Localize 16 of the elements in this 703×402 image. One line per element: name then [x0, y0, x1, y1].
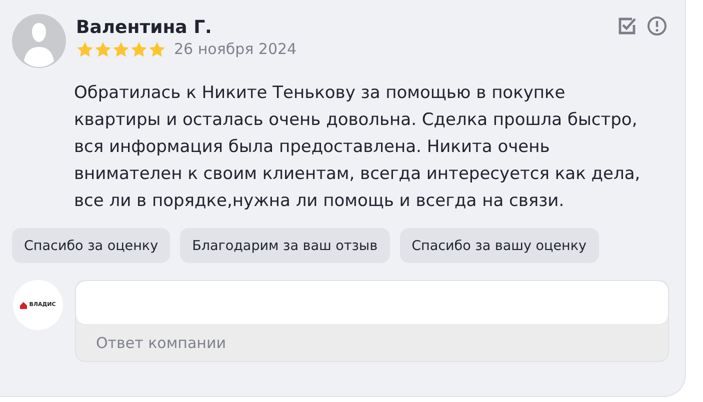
star-icon [112, 40, 130, 58]
review-date: 26 ноября 2024 [174, 40, 297, 58]
quick-reply-button[interactable]: Благодарим за ваш отзыв [180, 228, 390, 263]
star-icon [130, 40, 148, 58]
author-name: Валентина Г. [76, 17, 213, 38]
star-icon [94, 40, 112, 58]
checkbox-icon[interactable] [617, 16, 637, 36]
field-label: Ответ компании [95, 333, 227, 354]
house-icon [20, 302, 28, 308]
warning-icon[interactable] [647, 16, 667, 36]
person-icon [12, 14, 66, 68]
quick-reply-button[interactable]: Спасибо за вашу оценку [400, 228, 598, 263]
quick-reply-button[interactable]: Спасибо за оценку [12, 228, 170, 263]
star-icon [148, 40, 166, 58]
star-icon [76, 40, 94, 58]
review-text: Обратилась к Никите Тенькову за помощью в покупке квартиры и осталась очень довольна. Сделка прошла быстро, вся информация была предоставлена. Никита очень внимателен к своим клиентам, всегда интересуется как дела, все ли в порядке,нужна ли помощь и всегда на связи. [74, 82, 642, 213]
